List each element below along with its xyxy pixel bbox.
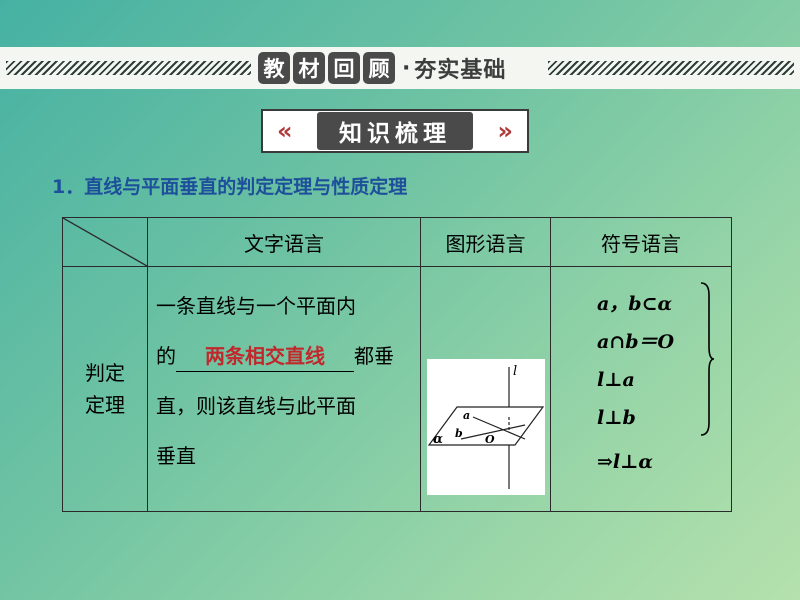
diagonal-header-cell xyxy=(62,217,148,267)
table-header-row: 文字语言 图形语言 符号语言 xyxy=(62,217,732,267)
label-O: O xyxy=(485,433,495,446)
header-text-language: 文字语言 xyxy=(147,217,421,267)
banner-subtitle: 夯实基础 xyxy=(414,58,507,83)
text-line-3: 直，则该直线与此平面 xyxy=(156,394,356,418)
table-row: 判定 定理 一条直线与一个平面内 的两条相交直线 都垂 直，则该直线与此平面 垂直 xyxy=(62,266,732,512)
chevron-right-icon: » xyxy=(497,117,513,145)
symbol-line-3: l⊥a xyxy=(597,369,635,391)
label-b: b xyxy=(455,427,463,440)
top-banner: 教 材 回 顾 · 夯实基础 xyxy=(0,47,800,89)
figure-cell: l a b O α xyxy=(420,266,551,512)
symbol-language-cell: a，b⊂α a∩b＝O l⊥a l⊥b ⇒l⊥α xyxy=(550,266,732,512)
section-title: 知识梳理 xyxy=(317,112,473,150)
header-figure-language: 图形语言 xyxy=(420,217,551,267)
text-line-4: 垂直 xyxy=(156,444,196,468)
answer-blank: 两条相交直线 xyxy=(176,341,354,372)
diagonal-line xyxy=(63,218,147,266)
symbol-lines: a，b⊂α a∩b＝O l⊥a l⊥b xyxy=(597,285,674,437)
banner-dot: · xyxy=(402,55,411,81)
plane-perpendicular-figure: l a b O α xyxy=(427,359,545,495)
row-label-line2: 定理 xyxy=(85,393,125,417)
section-heading: « 知识梳理 » xyxy=(261,109,529,153)
text-prefix: 的 xyxy=(156,344,176,368)
label-a: a xyxy=(463,409,470,422)
symbol-line-1: a，b⊂α xyxy=(597,293,673,315)
banner-badge-3: 回 xyxy=(328,52,360,84)
symbol-result: ⇒l⊥α xyxy=(597,451,653,473)
symbol-line-4: l⊥b xyxy=(597,407,636,429)
text-suffix: 都垂 xyxy=(354,344,394,368)
theorem-table: 文字语言 图形语言 符号语言 判定 定理 一条直线与一个平面内 的两条相交直线都… xyxy=(62,217,732,512)
text-line-1: 一条直线与一个平面内 xyxy=(156,294,356,318)
banner-badge-4: 顾 xyxy=(363,52,395,84)
row-label-line1: 判定 xyxy=(85,361,125,385)
chevron-left-icon: « xyxy=(277,117,293,145)
header-symbol-language: 符号语言 xyxy=(550,217,732,267)
symbol-line-2: a∩b＝O xyxy=(597,331,675,353)
label-l: l xyxy=(513,364,517,379)
banner-stripes-left xyxy=(6,61,251,75)
banner-stripes-right xyxy=(548,61,794,75)
item-title: 1．直线与平面垂直的判定定理与性质定理 xyxy=(52,176,408,198)
banner-badge-2: 材 xyxy=(293,52,325,84)
banner-title: 教 材 回 顾 · 夯实基础 xyxy=(258,51,506,85)
banner-badge-1: 教 xyxy=(258,52,290,84)
right-brace-icon xyxy=(700,282,715,436)
text-language-cell: 一条直线与一个平面内 的两条相交直线 都垂 直，则该直线与此平面 垂直 xyxy=(147,266,421,512)
label-alpha: α xyxy=(433,432,443,447)
row-label: 判定 定理 xyxy=(62,266,148,512)
